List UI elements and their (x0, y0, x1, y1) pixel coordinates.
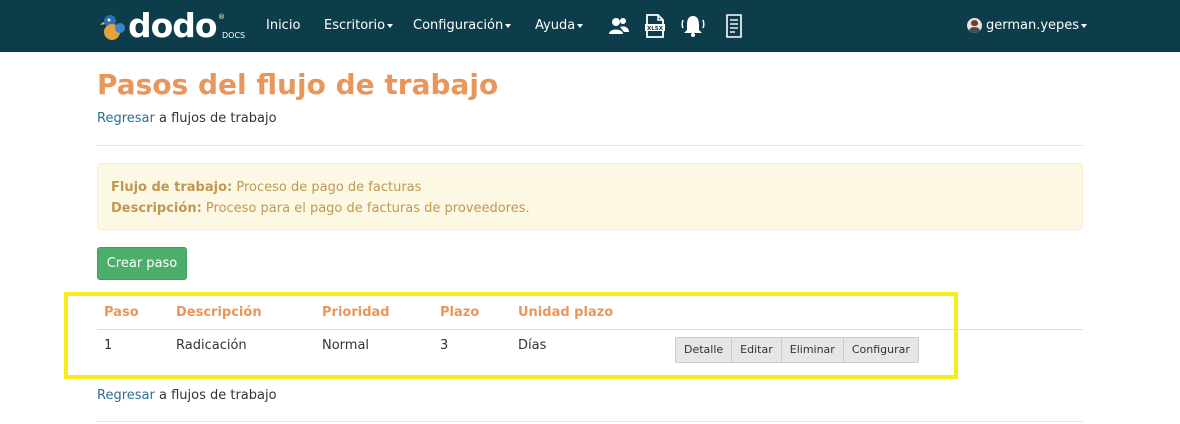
caret-down-icon (577, 23, 584, 28)
workflow-label: Flujo de trabajo: (111, 180, 233, 195)
caret-down-icon (1081, 23, 1088, 28)
nav-ayuda-label: Ayuda (535, 18, 576, 33)
nav-escritorio[interactable]: Escritorio (324, 0, 394, 52)
create-step-button[interactable]: Crear paso (97, 247, 187, 280)
header-unidad-plazo: Unidad plazo (518, 305, 614, 320)
document-list-icon[interactable] (721, 13, 747, 39)
cell-plazo: 3 (440, 338, 449, 353)
users-icon[interactable] (606, 13, 632, 39)
edit-button[interactable]: Editar (731, 337, 782, 363)
nav-configuracion-label: Configuración (413, 18, 504, 33)
row-actions: Detalle Editar Eliminar Configurar (675, 337, 919, 363)
back-text: a flujos de trabajo (154, 388, 277, 403)
header-prioridad: Prioridad (322, 305, 390, 320)
description-line: Descripción: Proceso para el pago de fac… (111, 198, 1069, 219)
nav-inicio[interactable]: Inicio (266, 0, 300, 52)
configure-button[interactable]: Configurar (842, 337, 919, 363)
cell-paso: 1 (104, 338, 113, 353)
workflow-info-panel: Flujo de trabajo: Proceso de pago de fac… (97, 163, 1083, 230)
header-plazo: Plazo (440, 305, 480, 320)
back-line-top: Regresar a flujos de trabajo (97, 111, 277, 126)
top-navbar: dodo ® DOCS Inicio Escritorio Configurac… (0, 0, 1180, 52)
logo-wordmark: dodo (128, 6, 218, 45)
nav-escritorio-label: Escritorio (324, 18, 386, 33)
page-title: Pasos del flujo de trabajo (97, 68, 499, 101)
workflow-line: Flujo de trabajo: Proceso de pago de fac… (111, 177, 1069, 198)
back-text: a flujos de trabajo (154, 111, 277, 126)
divider (97, 421, 1083, 422)
header-paso: Paso (104, 305, 139, 320)
description-value: Proceso para el pago de facturas de prov… (201, 201, 530, 216)
user-menu[interactable]: german.yepes (967, 0, 1088, 52)
svg-text:XLSX: XLSX (647, 26, 664, 32)
table-header-divider (97, 329, 1083, 330)
xlsx-file-icon[interactable]: XLSX (642, 13, 668, 39)
registered-mark: ® (218, 13, 225, 21)
cell-prioridad: Normal (322, 338, 370, 353)
description-label: Descripción: (111, 201, 202, 216)
caret-down-icon (505, 23, 512, 28)
nav-inicio-label: Inicio (266, 18, 301, 33)
detail-button[interactable]: Detalle (675, 337, 733, 363)
cell-descripcion: Radicación (176, 338, 247, 353)
bell-icon[interactable] (680, 13, 706, 39)
back-link[interactable]: Regresar (97, 388, 155, 403)
logo-subtext: DOCS (222, 31, 246, 40)
delete-button[interactable]: Eliminar (780, 337, 844, 363)
cell-unidad-plazo: Días (518, 338, 547, 353)
nav-configuracion[interactable]: Configuración (413, 0, 512, 52)
divider (97, 145, 1083, 146)
header-descripcion: Descripción (176, 305, 262, 320)
dodo-logo[interactable]: dodo ® DOCS (100, 6, 246, 46)
back-line-bottom: Regresar a flujos de trabajo (97, 388, 277, 403)
nav-ayuda[interactable]: Ayuda (535, 0, 584, 52)
caret-down-icon (387, 23, 394, 28)
dodo-bird-icon (100, 15, 125, 40)
username: german.yepes (986, 18, 1080, 33)
workflow-value: Proceso de pago de facturas (232, 180, 422, 195)
back-link[interactable]: Regresar (97, 111, 155, 126)
avatar (967, 18, 982, 33)
